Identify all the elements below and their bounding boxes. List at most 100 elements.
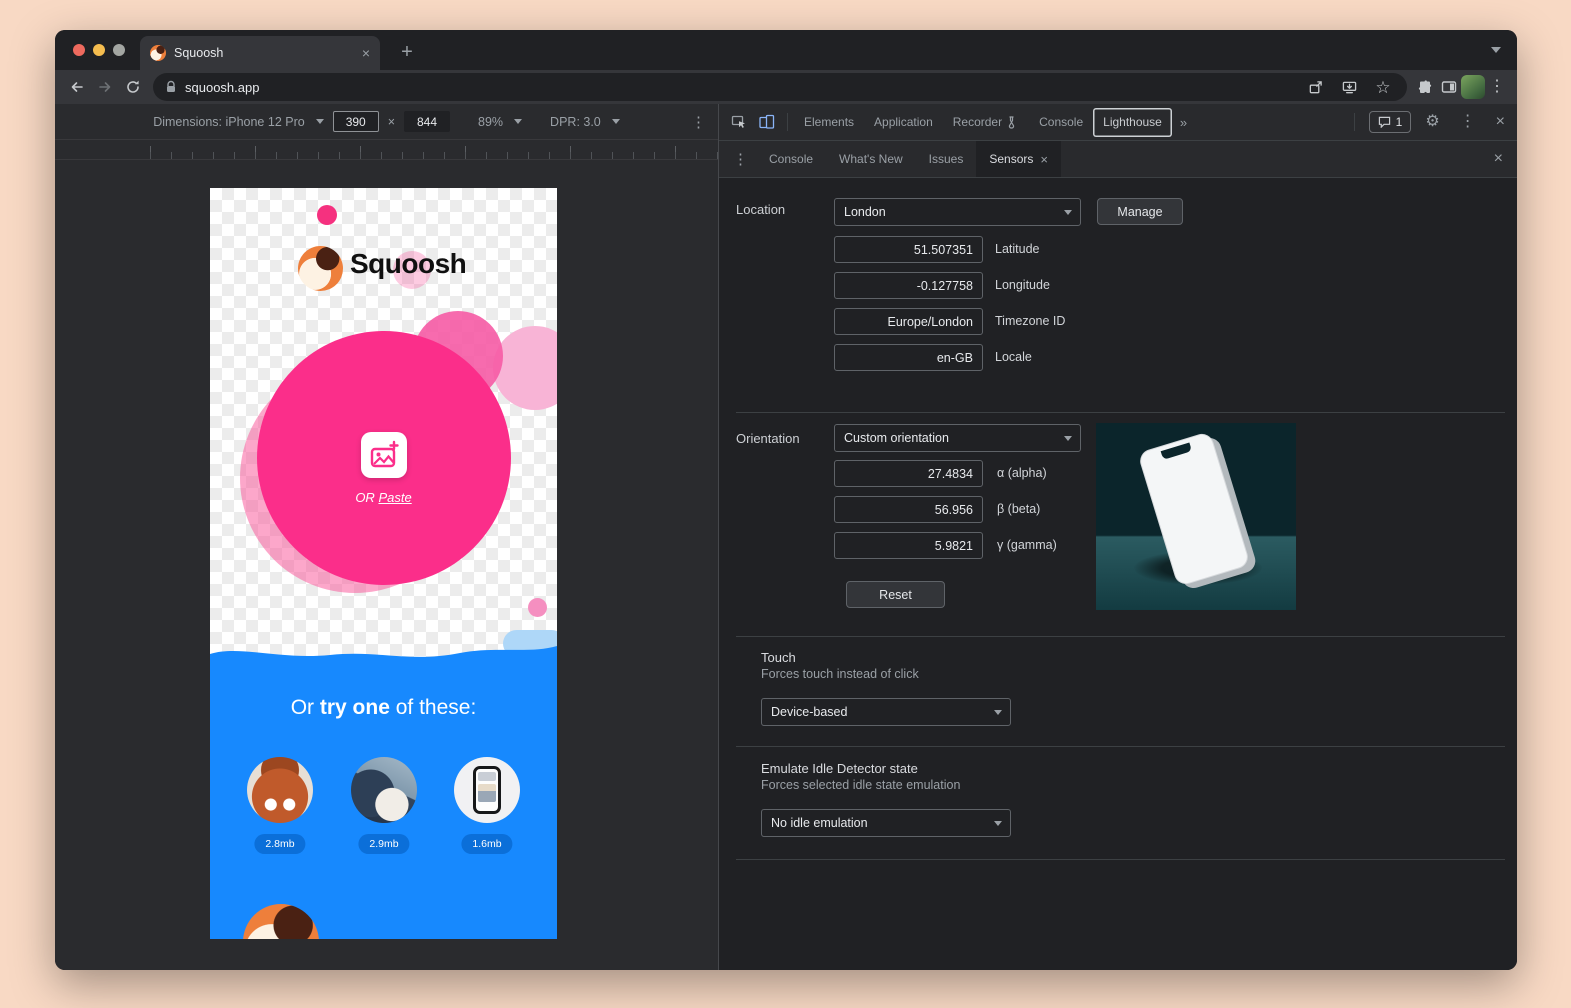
blob-pale-right <box>493 326 557 410</box>
location-label: Location <box>736 202 785 217</box>
address-toolbar: squoosh.app ☆ ⋮ <box>55 70 1517 104</box>
locale-input[interactable] <box>834 344 983 371</box>
install-app-icon[interactable] <box>1337 75 1361 99</box>
blob-small-dot <box>528 598 547 617</box>
open-in-new-icon[interactable] <box>1303 75 1327 99</box>
demo-size-badge: 2.9mb <box>358 834 409 854</box>
tab-console[interactable]: Console <box>1029 104 1093 140</box>
tab-lighthouse[interactable]: Lighthouse <box>1093 108 1172 137</box>
drawer-tab-whats-new[interactable]: What's New <box>826 141 916 177</box>
side-panel-icon[interactable] <box>1437 75 1461 99</box>
orientation-label: Orientation <box>736 431 800 446</box>
experiment-flask-icon <box>1007 116 1019 129</box>
dpr-chevron-icon <box>612 119 620 124</box>
device-toolbar-menu-kebab-icon[interactable]: ⋮ <box>691 113 706 131</box>
demo-image-panda[interactable] <box>247 757 313 823</box>
minimize-window-button[interactable] <box>93 44 105 56</box>
gamma-input[interactable] <box>834 532 983 559</box>
new-tab-button[interactable]: + <box>393 38 421 66</box>
bookmark-star-icon[interactable]: ☆ <box>1371 75 1395 99</box>
profile-avatar[interactable] <box>1461 75 1485 99</box>
avatar <box>1461 75 1485 99</box>
drawer-tab-issues[interactable]: Issues <box>916 141 977 177</box>
url-bar[interactable]: squoosh.app ☆ <box>153 73 1407 101</box>
main-content: Dimensions: iPhone 12 Pro × 89% DPR: 3.0… <box>55 104 1517 970</box>
message-count: 1 <box>1396 115 1403 129</box>
settings-gear-icon[interactable]: ⚙ <box>1419 114 1445 130</box>
divider <box>736 746 1505 747</box>
tab-recorder-label: Recorder <box>953 115 1002 129</box>
drawer-tab-sensors[interactable]: Sensors × <box>976 141 1061 177</box>
tab-application[interactable]: Application <box>864 104 943 140</box>
device-height-input[interactable] <box>404 111 450 132</box>
devtools-menu-kebab-icon[interactable]: ⋮ <box>1454 114 1482 130</box>
tab-elements[interactable]: Elements <box>794 104 864 140</box>
add-image-icon <box>368 440 400 470</box>
longitude-input[interactable] <box>834 272 983 299</box>
squoosh-page-preview: Squoosh OR Paste <box>210 188 557 939</box>
touch-select[interactable]: Device-based <box>761 698 1011 726</box>
idle-detector-description: Forces selected idle state emulation <box>761 778 960 792</box>
drawer-tabbar: ⋮ Console What's New Issues Sensors × × <box>719 141 1517 178</box>
traffic-lights <box>73 44 125 56</box>
drawer-tab-console[interactable]: Console <box>756 141 826 177</box>
or-text: OR <box>355 490 375 505</box>
inspect-element-icon[interactable] <box>725 109 753 135</box>
device-ruler <box>55 140 718 160</box>
alpha-label: α (alpha) <box>997 460 1047 487</box>
latitude-input[interactable] <box>834 236 983 263</box>
browser-window: Squoosh × + squoosh.app ☆ <box>55 30 1517 970</box>
sensors-tab-close-icon[interactable]: × <box>1040 152 1048 167</box>
dimensions-label[interactable]: Dimensions: iPhone 12 Pro <box>153 115 304 129</box>
zoom-select[interactable]: 89% <box>478 115 503 129</box>
messages-badge-button[interactable]: 1 <box>1369 111 1412 133</box>
devtools-close-icon[interactable]: × <box>1490 114 1511 130</box>
tab-title: Squoosh <box>174 46 354 60</box>
pink-dot-decoration <box>317 205 337 225</box>
image-upload-dropzone[interactable] <box>361 432 407 478</box>
more-tabs-icon[interactable]: » <box>1172 115 1195 130</box>
devtools-panel: Elements Application Recorder Console Li… <box>718 104 1517 970</box>
orientation-select[interactable]: Custom orientation <box>834 424 1081 452</box>
close-window-button[interactable] <box>73 44 85 56</box>
timezone-label: Timezone ID <box>995 308 1065 335</box>
divider <box>787 113 788 131</box>
browser-tab[interactable]: Squoosh × <box>140 36 380 70</box>
drawer-close-icon[interactable]: × <box>1486 150 1511 168</box>
tab-search-chevron-icon[interactable] <box>1491 47 1501 53</box>
device-width-input[interactable] <box>333 111 379 132</box>
device-toolbar-toggle-icon[interactable] <box>753 109 781 135</box>
manage-button[interactable]: Manage <box>1097 198 1183 225</box>
forward-button[interactable] <box>91 73 119 101</box>
orientation-phone-preview[interactable] <box>1096 423 1296 610</box>
tab-close-icon[interactable]: × <box>362 46 370 60</box>
try-bold: try one <box>320 696 390 719</box>
reload-button[interactable] <box>119 73 147 101</box>
zoom-chevron-icon <box>514 119 522 124</box>
idle-emulation-select[interactable]: No idle emulation <box>761 809 1011 837</box>
try-suffix: of these: <box>396 696 477 719</box>
dimensions-chevron-icon <box>316 119 324 124</box>
divider <box>736 636 1505 637</box>
back-button[interactable] <box>63 73 91 101</box>
beta-input[interactable] <box>834 496 983 523</box>
drawer-menu-kebab-icon[interactable]: ⋮ <box>725 150 756 168</box>
timezone-input[interactable] <box>834 308 983 335</box>
drawer-tab-sensors-label: Sensors <box>989 152 1033 166</box>
demo-image-phone[interactable] <box>454 757 520 823</box>
dpr-select[interactable]: DPR: 3.0 <box>550 115 601 129</box>
demo-image-dog[interactable] <box>351 757 417 823</box>
dimensions-separator: × <box>388 115 395 129</box>
squoosh-favicon-icon <box>150 45 166 61</box>
browser-menu-kebab-icon[interactable]: ⋮ <box>1485 75 1509 99</box>
reset-button[interactable]: Reset <box>846 581 945 608</box>
touch-title: Touch <box>761 650 796 665</box>
location-select[interactable]: London <box>834 198 1081 226</box>
tab-recorder[interactable]: Recorder <box>943 104 1029 140</box>
extensions-puzzle-icon[interactable] <box>1413 75 1437 99</box>
squoosh-logo-icon <box>298 246 343 291</box>
zoom-window-button[interactable] <box>113 44 125 56</box>
paste-link[interactable]: Paste <box>378 490 411 505</box>
alpha-input[interactable] <box>834 460 983 487</box>
try-prefix: Or <box>291 696 314 719</box>
